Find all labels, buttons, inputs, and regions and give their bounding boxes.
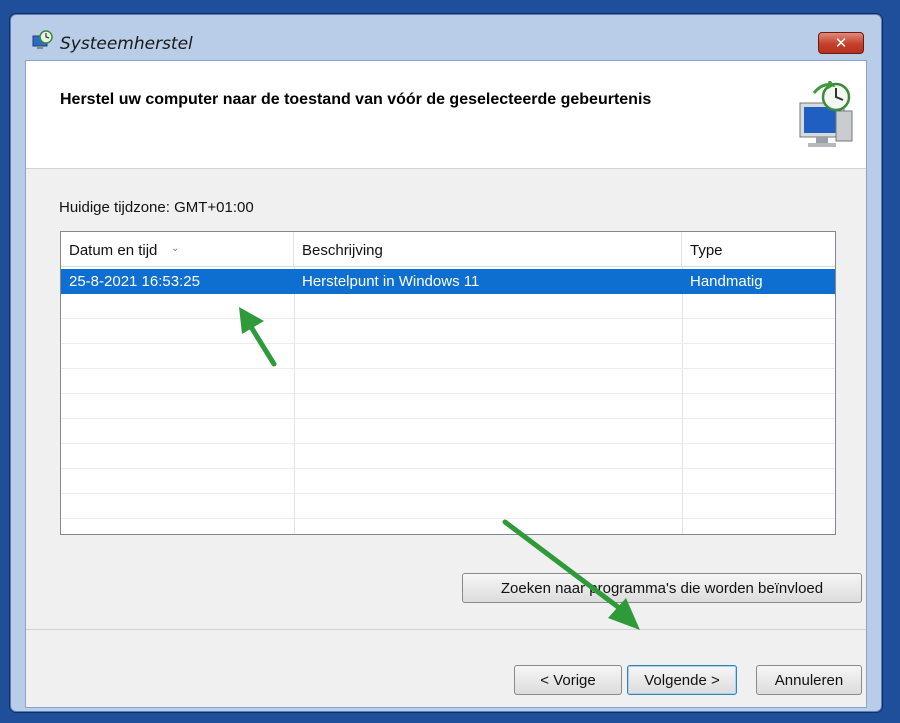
scan-affected-programs-label: Zoeken naar programma's die worden beïnv… bbox=[500, 579, 824, 597]
empty-row bbox=[61, 319, 835, 344]
restore-point-list[interactable]: Datum en tijd ⌄ Beschrijving Type 25-8-2… bbox=[60, 231, 836, 535]
window-title: Systeemherstel bbox=[60, 34, 193, 54]
back-button[interactable]: < Vorige bbox=[514, 665, 622, 695]
empty-row bbox=[61, 419, 835, 444]
close-icon: ✕ bbox=[834, 35, 848, 52]
title-bar: Systeemherstel ✕ bbox=[11, 15, 881, 55]
system-restore-icon bbox=[32, 30, 53, 49]
empty-row bbox=[61, 469, 835, 494]
header-panel: Herstel uw computer naar de toestand van… bbox=[26, 61, 866, 169]
column-header-type[interactable]: Type bbox=[682, 232, 835, 266]
empty-row bbox=[61, 294, 835, 319]
cancel-button[interactable]: Annuleren bbox=[756, 665, 862, 695]
cell-datetime: 25-8-2021 16:53:25 bbox=[69, 273, 200, 290]
column-header-description[interactable]: Beschrijving bbox=[294, 232, 682, 266]
empty-row bbox=[61, 369, 835, 394]
empty-row bbox=[61, 444, 835, 469]
scan-affected-programs-button[interactable]: Zoeken naar programma's die worden beïnv… bbox=[462, 573, 862, 603]
back-button-label: < Vorige bbox=[540, 671, 596, 689]
restore-computer-icon bbox=[799, 81, 853, 147]
column-header-datetime-label: Datum en tijd bbox=[69, 242, 158, 259]
next-button[interactable]: Volgende > bbox=[627, 665, 737, 695]
next-button-label: Volgende > bbox=[644, 671, 720, 689]
timezone-label: Huidige tijdzone: GMT+01:00 bbox=[59, 199, 254, 216]
empty-row bbox=[61, 494, 835, 519]
list-header: Datum en tijd ⌄ Beschrijving Type bbox=[61, 232, 835, 267]
sort-arrow-icon: ⌄ bbox=[171, 243, 180, 254]
column-header-type-label: Type bbox=[690, 242, 723, 259]
cancel-button-label: Annuleren bbox=[774, 671, 844, 689]
cell-description: Herstelpunt in Windows 11 bbox=[302, 273, 480, 290]
cell-type: Handmatig bbox=[690, 273, 763, 290]
close-button[interactable]: ✕ bbox=[818, 32, 864, 54]
empty-row bbox=[61, 394, 835, 419]
page-title: Herstel uw computer naar de toestand van… bbox=[60, 91, 652, 108]
column-header-datetime[interactable]: Datum en tijd ⌄ bbox=[61, 232, 294, 266]
dialog-window: Systeemherstel ✕ Herstel uw computer naa… bbox=[10, 14, 882, 712]
dialog-client: Herstel uw computer naar de toestand van… bbox=[25, 60, 867, 708]
footer-divider bbox=[26, 629, 866, 630]
table-row[interactable]: 25-8-2021 16:53:25 Herstelpunt in Window… bbox=[61, 269, 835, 294]
column-header-description-label: Beschrijving bbox=[302, 242, 383, 259]
empty-row bbox=[61, 344, 835, 369]
